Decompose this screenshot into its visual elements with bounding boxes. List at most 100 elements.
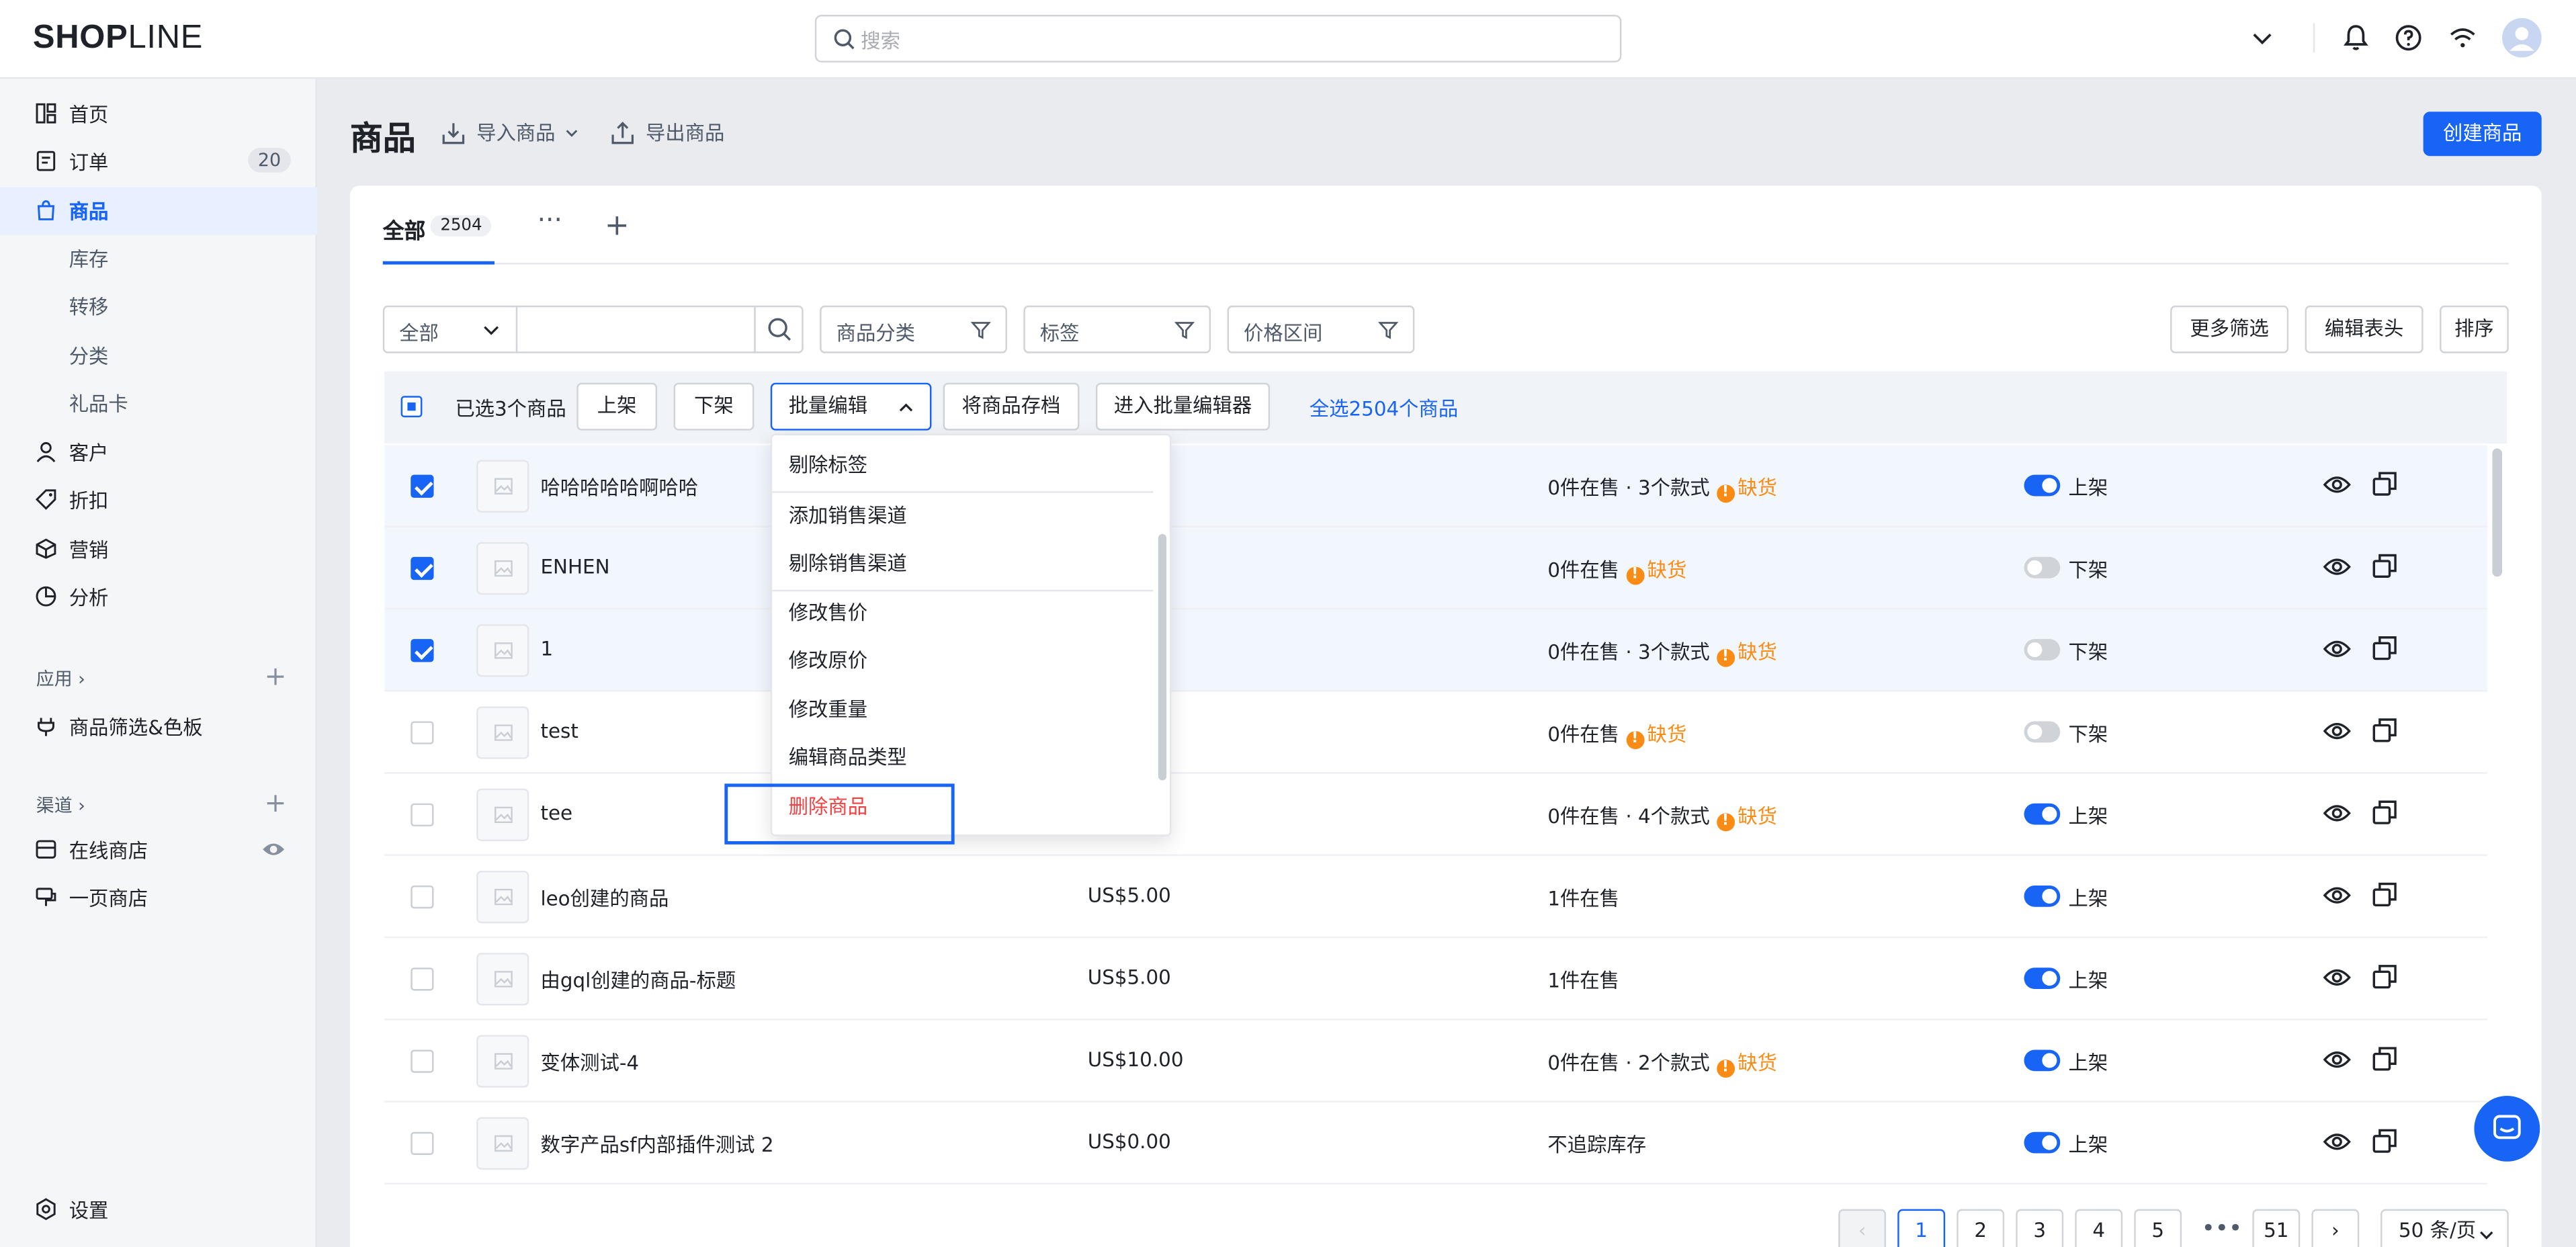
import-products-button[interactable]: 导入商品 [440, 118, 578, 146]
page-51-button[interactable]: 51 [2252, 1209, 2301, 1247]
chat-support-button[interactable] [2474, 1095, 2540, 1162]
product-name[interactable]: leo创建的商品 [540, 884, 669, 912]
sidebar-item-discounts[interactable]: 折扣 [0, 476, 317, 524]
duplicate-icon[interactable] [2372, 964, 2397, 989]
menu-scrollbar[interactable] [1158, 533, 1167, 781]
menu-item-remove-channel[interactable]: 剔除销售渠道 [772, 540, 1153, 588]
preview-eye-icon[interactable] [2323, 473, 2352, 496]
row-checkbox[interactable] [411, 556, 434, 580]
search-input[interactable]: 搜索 [814, 15, 1622, 62]
tag-filter[interactable]: 标签 [1023, 305, 1211, 353]
sidebar-item-online-store[interactable]: 在线商店 [0, 826, 317, 874]
sidebar-item-app-filter[interactable]: 商品筛选&色板 [0, 703, 317, 751]
create-product-button[interactable]: 创建商品 [2423, 112, 2542, 157]
bulk-editor-button[interactable]: 进入批量编辑器 [1095, 382, 1271, 431]
sidebar-item-categories[interactable]: 分类 [0, 332, 317, 380]
scope-select[interactable]: 全部 [382, 305, 518, 353]
table-scrollbar[interactable] [2492, 448, 2503, 1182]
sidebar-item-orders[interactable]: 订单 20 [0, 138, 317, 185]
table-row[interactable]: 数字产品sf内部插件测试 2 US$0.00 不追踪库存 上架 [384, 1103, 2488, 1185]
select-all-products-link[interactable]: 全选2504个商品 [1310, 394, 1458, 423]
page-2-button[interactable]: 2 [1957, 1209, 2005, 1247]
publish-toggle[interactable] [2024, 556, 2061, 578]
table-scrollbar-thumb[interactable] [2492, 448, 2503, 577]
sidebar-item-transfer[interactable]: 转移 [0, 283, 317, 331]
add-app-icon[interactable]: + [265, 660, 287, 691]
bell-icon[interactable] [2339, 22, 2372, 54]
row-checkbox[interactable] [411, 885, 434, 909]
preview-eye-icon[interactable] [2323, 1048, 2352, 1071]
sidebar-item-gift-cards[interactable]: 礼品卡 [0, 380, 317, 427]
sidebar-item-inventory[interactable]: 库存 [0, 235, 317, 283]
preview-eye-icon[interactable] [2323, 966, 2352, 989]
publish-button[interactable]: 上架 [576, 382, 658, 431]
channels-section-title[interactable]: 渠道 › [36, 792, 85, 818]
preview-eye-icon[interactable] [2323, 555, 2352, 578]
archive-button[interactable]: 将商品存档 [943, 382, 1080, 431]
shopline-logo[interactable]: SHOPLINE [33, 19, 203, 57]
duplicate-icon[interactable] [2372, 554, 2397, 578]
duplicate-icon[interactable] [2372, 1129, 2397, 1154]
duplicate-icon[interactable] [2372, 472, 2397, 497]
edit-columns-button[interactable]: 编辑表头 [2305, 305, 2423, 353]
category-filter[interactable]: 商品分类 [820, 305, 1007, 353]
row-checkbox[interactable] [411, 803, 434, 826]
publish-toggle[interactable] [2024, 803, 2061, 825]
search-button[interactable] [754, 305, 804, 353]
table-row[interactable]: ENHEN 0件在售! 缺货 下架 [384, 527, 2488, 610]
publish-toggle[interactable] [2024, 474, 2061, 497]
publish-toggle[interactable] [2024, 721, 2061, 743]
table-row[interactable]: test 0件在售! 缺货 下架 [384, 691, 2488, 774]
page-ellipsis[interactable]: ••• [2202, 1215, 2243, 1242]
product-name[interactable]: tee [540, 802, 572, 824]
sidebar-item-home[interactable]: 首页 [0, 90, 317, 138]
menu-item-remove-tag[interactable]: 剔除标签 [772, 442, 1153, 490]
duplicate-icon[interactable] [2372, 1047, 2397, 1072]
publish-toggle[interactable] [2024, 1131, 2061, 1154]
publish-toggle[interactable] [2024, 639, 2061, 660]
duplicate-icon[interactable] [2372, 882, 2397, 907]
product-name[interactable]: 1 [540, 638, 553, 660]
export-products-button[interactable]: 导出商品 [609, 118, 724, 146]
preview-eye-icon[interactable] [2323, 802, 2352, 824]
table-row[interactable]: leo创建的商品 US$5.00 1件在售 上架 [384, 856, 2488, 939]
menu-item-edit-weight[interactable]: 修改重量 [772, 687, 1153, 734]
page-size-select[interactable]: 50 条/页 [2380, 1209, 2509, 1247]
publish-toggle[interactable] [2024, 968, 2061, 990]
chevron-down-icon[interactable] [2246, 22, 2279, 54]
page-1-button[interactable]: 1 [1897, 1209, 1946, 1247]
page-4-button[interactable]: 4 [2075, 1209, 2123, 1247]
page-5-button[interactable]: 5 [2134, 1209, 2182, 1247]
duplicate-icon[interactable] [2372, 800, 2397, 825]
publish-toggle[interactable] [2024, 1049, 2061, 1072]
table-row[interactable]: tee00件在售 · 4个款式!缺货上架 [384, 774, 2488, 856]
product-name[interactable]: 变体测试-4 [540, 1048, 639, 1076]
product-name[interactable]: 数字产品sf内部插件测试 2 [540, 1130, 773, 1158]
wifi-icon[interactable] [2446, 22, 2479, 54]
row-checkbox[interactable] [411, 968, 434, 991]
sidebar-item-marketing[interactable]: 营销 [0, 525, 317, 573]
sort-button[interactable]: 排序 [2440, 305, 2509, 353]
bulk-edit-button[interactable]: 批量编辑 [770, 382, 932, 431]
more-filters-button[interactable]: 更多筛选 [2170, 305, 2289, 353]
menu-item-edit-price[interactable]: 修改售价 [772, 590, 1153, 638]
duplicate-icon[interactable] [2372, 636, 2397, 660]
row-checkbox[interactable] [411, 639, 434, 662]
keyword-input[interactable] [515, 305, 756, 353]
select-all-checkbox[interactable] [400, 396, 423, 418]
duplicate-icon[interactable] [2372, 718, 2397, 743]
row-checkbox[interactable] [411, 474, 434, 498]
menu-item-add-channel[interactable]: 添加销售渠道 [772, 493, 1153, 541]
sidebar-item-settings[interactable]: 设置 [0, 1186, 317, 1234]
unpublish-button[interactable]: 下架 [673, 382, 755, 431]
row-checkbox[interactable] [411, 721, 434, 744]
publish-toggle[interactable] [2024, 885, 2061, 907]
sidebar-item-analytics[interactable]: 分析 [0, 573, 317, 621]
next-page-button[interactable]: › [2311, 1209, 2360, 1247]
product-name[interactable]: test [540, 720, 578, 742]
preview-eye-icon[interactable] [2323, 884, 2352, 907]
add-tab-icon[interactable]: + [605, 209, 630, 243]
table-row[interactable]: 变体测试-4 US$10.00 0件在售 · 2个款式! 缺货 上架 [384, 1020, 2488, 1103]
avatar[interactable] [2502, 17, 2542, 58]
sidebar-item-products[interactable]: 商品 [0, 187, 317, 235]
